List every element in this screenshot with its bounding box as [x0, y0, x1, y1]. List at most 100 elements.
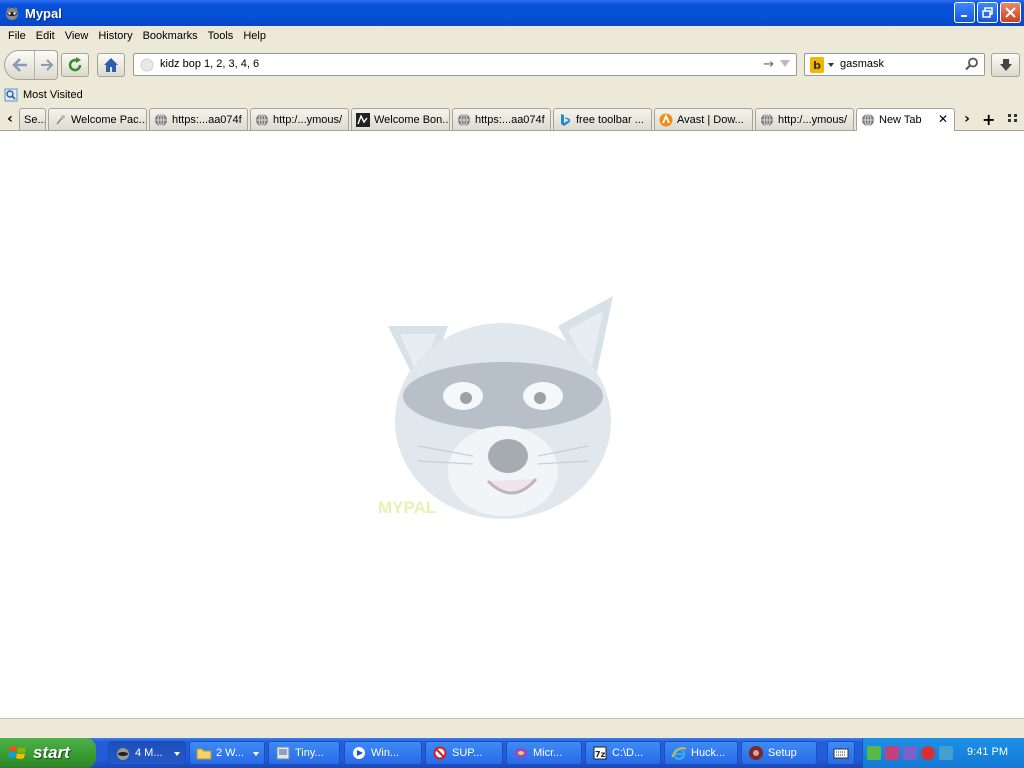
forward-arrow-icon	[41, 59, 54, 71]
page-content: MYPAL	[0, 131, 1024, 718]
tray-app-icon[interactable]	[885, 746, 899, 760]
raccoon-icon	[4, 5, 20, 21]
forward-button[interactable]	[36, 51, 58, 79]
tab-label: Welcome Pac...	[71, 113, 146, 126]
tray-app-icon[interactable]	[867, 746, 881, 760]
menu-bookmarks[interactable]: Bookmarks	[138, 30, 203, 42]
tab-label: Se...	[24, 113, 45, 126]
title-bar[interactable]: Mypal	[0, 0, 1024, 26]
tab-7[interactable]: Avast | Dow...	[654, 108, 753, 130]
restore-button[interactable]	[977, 2, 998, 23]
menu-tools[interactable]: Tools	[203, 30, 239, 42]
tab-close-icon[interactable]: ✕	[938, 112, 948, 126]
system-tray: 9:41 PM	[862, 738, 1024, 768]
task-ie[interactable]: Huck...	[664, 741, 738, 765]
engine-dropdown-icon[interactable]	[828, 63, 834, 67]
minimize-button[interactable]	[954, 2, 975, 23]
tab-1[interactable]: Welcome Pac...	[48, 108, 147, 130]
tab-6[interactable]: free toolbar ...	[553, 108, 652, 130]
tab-9[interactable]: New Tab ✕	[856, 108, 955, 131]
back-arrow-icon	[11, 58, 27, 72]
new-tab-icon[interactable]: +	[982, 110, 995, 129]
tab-2[interactable]: https:...aa074f	[149, 108, 248, 130]
reload-icon	[68, 57, 82, 72]
globe-icon	[861, 113, 875, 127]
task-microsoft[interactable]: Micr...	[506, 741, 582, 765]
task-mypal-group[interactable]: 4 M...	[108, 741, 186, 765]
menu-bar: File Edit View History Bookmarks Tools H…	[0, 26, 1024, 46]
windows-flag-icon	[8, 746, 26, 759]
task-setup[interactable]: Setup	[741, 741, 817, 765]
tab-0[interactable]: Se...	[19, 108, 46, 130]
site-identity-icon[interactable]	[140, 58, 154, 72]
tab-label: Avast | Dow...	[677, 113, 744, 126]
menu-view[interactable]: View	[60, 30, 94, 42]
tab-label: https:...aa074f	[172, 113, 242, 126]
tab-8[interactable]: http:/...ymous/	[755, 108, 854, 130]
task-explorer-group[interactable]: 2 W...	[189, 741, 265, 765]
folder-icon	[196, 745, 212, 761]
menu-edit[interactable]: Edit	[31, 30, 60, 42]
task-tiny[interactable]: Tiny...	[268, 741, 340, 765]
scroll-tabs-right-icon[interactable]: ›	[958, 109, 976, 129]
bing-icon[interactable]: b	[810, 57, 824, 73]
globe-icon	[457, 113, 471, 127]
menu-help[interactable]: Help	[238, 30, 271, 42]
menu-history[interactable]: History	[93, 30, 137, 42]
task-media-player[interactable]: Win...	[344, 741, 422, 765]
tray-security-icon[interactable]	[921, 746, 935, 760]
url-bar[interactable]: kidz bop 1, 2, 3, 4, 6 →	[133, 53, 797, 76]
pin-icon	[53, 113, 67, 127]
raccoon-mascot-image	[388, 296, 613, 519]
windows-taskbar: start 4 M... 2 W... Tiny... Win... SUP..…	[0, 738, 1024, 768]
tab-3[interactable]: http:/...ymous/	[250, 108, 349, 130]
back-button[interactable]	[5, 51, 35, 79]
globe-icon	[255, 113, 269, 127]
task-keyboard[interactable]	[827, 741, 855, 765]
tab-label: https:...aa074f	[475, 113, 545, 126]
raccoon-icon	[115, 745, 131, 761]
task-sup[interactable]: SUP...	[425, 741, 503, 765]
task-label: Tiny...	[295, 747, 324, 759]
tray-app-icon[interactable]	[903, 746, 917, 760]
tab-5[interactable]: https:...aa074f	[452, 108, 551, 130]
taskbar-clock[interactable]: 9:41 PM	[967, 746, 1008, 758]
task-label: Micr...	[533, 747, 563, 759]
tray-network-icon[interactable]	[939, 746, 953, 760]
search-bar[interactable]: b gasmask	[804, 53, 985, 76]
search-icon[interactable]	[965, 57, 979, 71]
tab-label: free toolbar ...	[576, 113, 644, 126]
reload-button[interactable]	[61, 53, 89, 77]
status-bar	[0, 718, 1024, 738]
search-input[interactable]: gasmask	[840, 58, 884, 70]
home-button[interactable]	[97, 53, 125, 77]
tab-label: Welcome Bon...	[374, 113, 449, 126]
avast-icon	[659, 113, 673, 127]
task-label: Setup	[768, 747, 797, 759]
internet-explorer-icon	[671, 745, 687, 761]
start-label: start	[33, 743, 70, 762]
bookmark-most-visited[interactable]: Most Visited	[23, 89, 83, 101]
svg-text:7z: 7z	[595, 750, 606, 759]
close-button[interactable]	[1000, 2, 1021, 23]
url-input[interactable]: kidz bop 1, 2, 3, 4, 6	[160, 58, 259, 70]
menu-file[interactable]: File	[3, 30, 31, 42]
start-button[interactable]: start	[0, 738, 96, 768]
window-title: Mypal	[25, 5, 62, 21]
7zip-icon: 7z	[592, 745, 608, 761]
bookmarks-toolbar: Most Visited	[0, 84, 1024, 106]
scroll-tabs-left-icon[interactable]: ‹	[1, 109, 19, 129]
task-7zip[interactable]: 7z C:\D...	[585, 741, 661, 765]
group-caret-icon	[174, 752, 180, 756]
all-tabs-icon[interactable]	[1007, 112, 1019, 124]
downloads-button[interactable]	[991, 53, 1020, 77]
tab-label: http:/...ymous/	[273, 113, 343, 126]
microsoft-app-icon	[513, 745, 529, 761]
keyboard-icon	[833, 745, 849, 761]
go-arrow-icon[interactable]: →	[763, 57, 774, 72]
url-dropdown-icon[interactable]	[780, 60, 790, 67]
home-icon	[104, 58, 118, 72]
bonzi-icon	[356, 112, 370, 127]
app-window-icon	[275, 745, 291, 761]
tab-4[interactable]: Welcome Bon...	[351, 108, 450, 130]
